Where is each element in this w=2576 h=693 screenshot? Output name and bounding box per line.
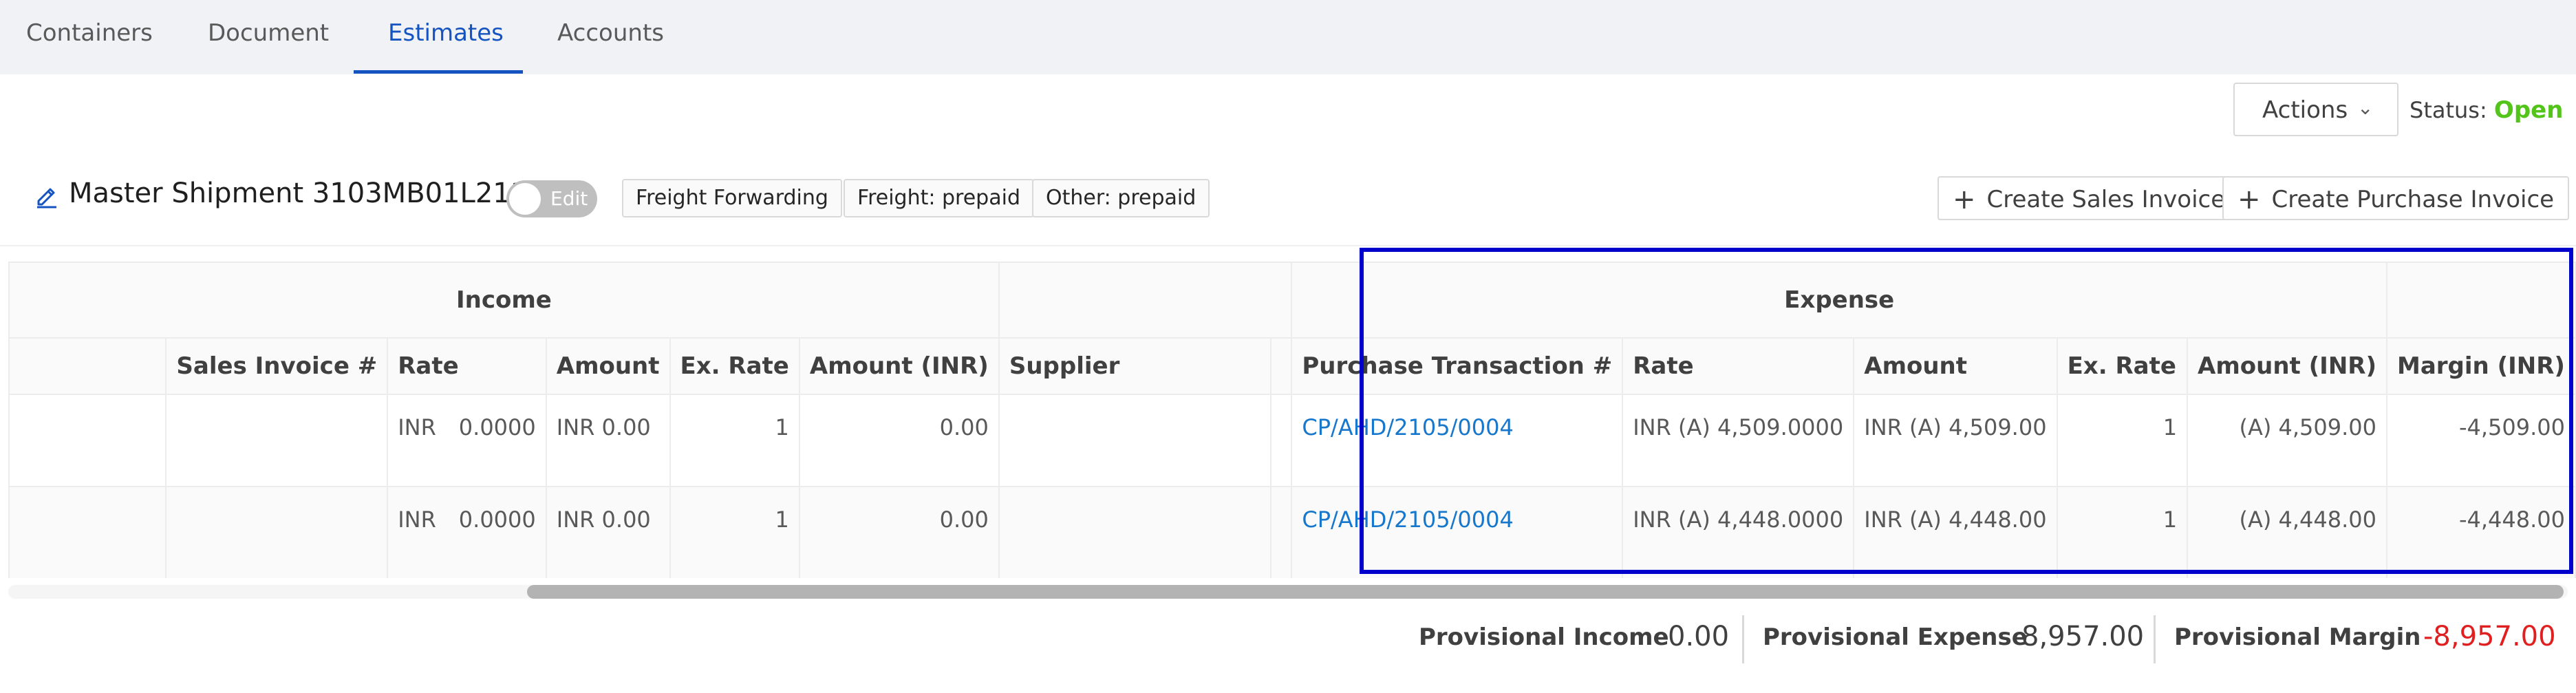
column-header-income-rate[interactable]: Rate — [387, 337, 547, 395]
provisional-income-label: Provisional Income — [1419, 623, 1669, 651]
tab-estimates[interactable]: Estimates — [388, 0, 504, 74]
supplier-cell — [998, 486, 1272, 578]
tab-containers[interactable]: Containers — [26, 0, 153, 74]
totals-divider — [2154, 615, 2156, 663]
estimates-table: Income Expense Sales Invoice # Rate Amou… — [8, 262, 2576, 578]
expense-amount-inr-cell: (A) 4,509.00 — [2187, 394, 2388, 487]
status-value: Open — [2493, 96, 2564, 124]
create-purchase-invoice-label: Create Purchase Invoice — [2271, 186, 2555, 213]
spacer-cell — [1270, 486, 1293, 578]
chevron-down-icon: ⌄ — [2357, 96, 2374, 119]
estimates-table-viewport: Income Expense Sales Invoice # Rate Amou… — [8, 262, 2576, 578]
tab-document[interactable]: Document — [208, 0, 329, 74]
create-sales-invoice-label: Create Sales Invoice — [1986, 186, 2226, 213]
expense-ex-rate-cell: 1 — [2056, 394, 2189, 487]
column-header-expense-rate[interactable]: Rate — [1622, 337, 1855, 395]
income-group-header: Income — [8, 262, 1000, 339]
margin-group-header — [2386, 262, 2576, 339]
active-tab-indicator — [354, 70, 523, 74]
row-blank-cell — [8, 394, 167, 487]
expense-amount-cell: INR (A) 4,448.00 — [1853, 486, 2058, 578]
tag-other-prepaid: Other: prepaid — [1032, 179, 1210, 217]
income-amount-cell: INR 0.00 — [545, 486, 671, 578]
income-rate-cell: INR 0.0000 — [387, 394, 547, 487]
blank-group-header — [998, 262, 1293, 339]
income-rate-value: 0.0000 — [458, 507, 536, 533]
column-header-income-ex-rate[interactable]: Ex. Rate — [669, 337, 800, 395]
status-indicator: Status: Open — [2409, 96, 2563, 124]
actions-label: Actions — [2262, 96, 2348, 124]
edit-pencil-icon[interactable] — [33, 182, 61, 209]
income-rate-currency: INR — [398, 414, 436, 440]
expense-amount-cell: INR (A) 4,509.00 — [1853, 394, 2058, 487]
purchase-transaction-cell: CP/AHD/2105/0004 — [1291, 486, 1624, 578]
toggle-knob — [509, 183, 541, 215]
provisional-expense-value: 8,957.00 — [2021, 621, 2145, 652]
plus-icon: + — [2237, 184, 2261, 215]
spacer-cell — [1270, 394, 1293, 487]
shipment-title: Master Shipment 3103MB01L2119 — [69, 178, 546, 209]
margin-cell: -4,509.00 — [2386, 394, 2576, 487]
create-sales-invoice-button[interactable]: + Create Sales Invoice — [1938, 176, 2241, 220]
income-rate-currency: INR — [398, 507, 436, 533]
column-header-supplier[interactable]: Supplier — [998, 337, 1272, 395]
actions-dropdown[interactable]: Actions ⌄ — [2233, 83, 2398, 136]
column-header-sales-invoice[interactable]: Sales Invoice # — [165, 337, 389, 395]
expense-amount-inr-cell: (A) 4,448.00 — [2187, 486, 2388, 578]
tag-freight-forwarding: Freight Forwarding — [622, 179, 842, 217]
sales-invoice-cell — [165, 486, 389, 578]
column-header-income-amount-inr[interactable]: Amount (INR) — [798, 337, 1000, 395]
edit-toggle-label: Edit — [550, 187, 588, 210]
purchase-transaction-cell: CP/AHD/2105/0004 — [1291, 394, 1624, 487]
expense-rate-cell: INR (A) 4,448.0000 — [1622, 486, 1855, 578]
provisional-expense-label: Provisional Expense — [1763, 623, 2028, 651]
tab-accounts[interactable]: Accounts — [557, 0, 664, 74]
purchase-transaction-link[interactable]: CP/AHD/2105/0004 — [1302, 414, 1513, 440]
create-purchase-invoice-button[interactable]: + Create Purchase Invoice — [2222, 176, 2570, 220]
tag-freight-prepaid: Freight: prepaid — [844, 179, 1034, 217]
column-header-purchase-transaction[interactable]: Purchase Transaction # — [1291, 337, 1624, 395]
margin-cell: -4,448.00 — [2386, 486, 2576, 578]
column-header-expense-amount[interactable]: Amount — [1853, 337, 2058, 395]
provisional-margin-value: -8,957.00 — [2423, 621, 2556, 652]
expense-rate-cell: INR (A) 4,509.0000 — [1622, 394, 1855, 487]
column-header-income-amount[interactable]: Amount — [545, 337, 671, 395]
totals-divider — [1742, 615, 1744, 663]
income-ex-rate-cell: 1 — [669, 394, 800, 487]
status-label: Status: — [2409, 97, 2487, 123]
supplier-cell — [998, 394, 1272, 487]
income-rate-cell: INR 0.0000 — [387, 486, 547, 578]
expense-ex-rate-cell: 1 — [2056, 486, 2189, 578]
table-row[interactable]: INR 0.0000 INR 0.00 1 0.00 CP/AHD/2105/0… — [8, 394, 2576, 487]
column-header-margin[interactable]: Margin (INR) — [2386, 337, 2576, 395]
income-amount-inr-cell: 0.00 — [798, 486, 1000, 578]
income-ex-rate-cell: 1 — [669, 486, 800, 578]
income-amount-cell: INR 0.00 — [545, 394, 671, 487]
income-rate-value: 0.0000 — [458, 414, 536, 440]
income-amount-inr-cell: 0.00 — [798, 394, 1000, 487]
column-header-blank — [8, 337, 167, 395]
table-row[interactable]: INR 0.0000 INR 0.00 1 0.00 CP/AHD/2105/0… — [8, 486, 2576, 578]
tab-bar: Containers Document Estimates Accounts — [0, 0, 2576, 74]
expense-group-header: Expense — [1291, 262, 2388, 339]
column-header-expense-amount-inr[interactable]: Amount (INR) — [2187, 337, 2388, 395]
column-header-expense-ex-rate[interactable]: Ex. Rate — [2056, 337, 2189, 395]
purchase-transaction-link[interactable]: CP/AHD/2105/0004 — [1302, 507, 1513, 533]
plus-icon: + — [1953, 184, 1976, 215]
provisional-margin-label: Provisional Margin — [2174, 623, 2421, 651]
provisional-income-value: 0.00 — [1668, 621, 1730, 652]
section-divider — [0, 245, 2576, 246]
column-header-spacer — [1270, 337, 1293, 395]
row-blank-cell — [8, 486, 167, 578]
edit-toggle[interactable]: Edit — [506, 180, 597, 217]
horizontal-scrollbar-thumb[interactable] — [527, 585, 2564, 599]
sales-invoice-cell — [165, 394, 389, 487]
